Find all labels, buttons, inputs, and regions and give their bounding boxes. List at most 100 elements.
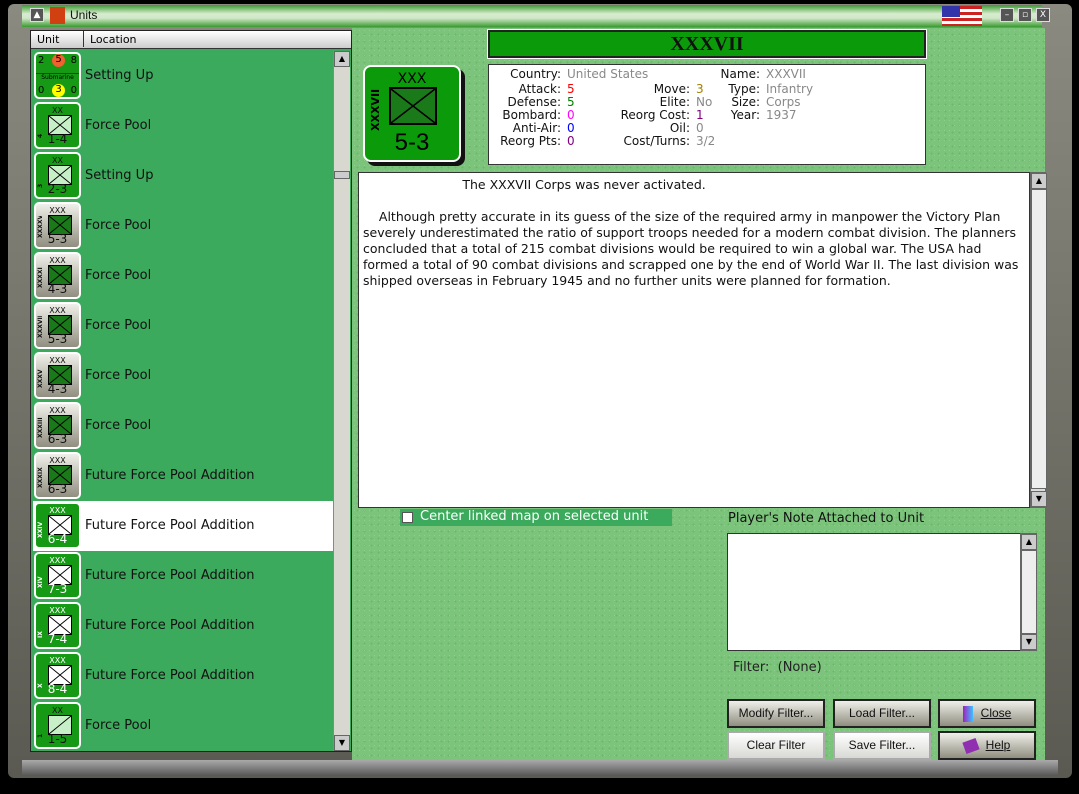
scroll-down-arrow[interactable]: ▼ — [1021, 634, 1037, 650]
unit-location: Force Pool — [85, 368, 152, 383]
close-button[interactable]: Close — [938, 699, 1036, 728]
unit-location: Force Pool — [85, 718, 152, 733]
column-unit[interactable]: Unit — [37, 33, 59, 46]
counter-strength: 6-4 — [47, 532, 68, 546]
counter-type: Submarine — [36, 73, 79, 81]
list-item[interactable]: XXX XXXIX 6-3 Future Force Pool Addition — [33, 451, 333, 501]
field-value: 3 — [696, 82, 704, 96]
detail-panel: XXXVII XXX XXXVII 5-3 Country: United Sta… — [352, 28, 1047, 760]
counter-strength: 7-3 — [47, 582, 68, 596]
unit-counter: XXX XXXXI 4-3 — [34, 252, 81, 299]
unit-location: Force Pool — [85, 118, 152, 133]
list-item[interactable]: XX 3 2-3 Setting Up — [33, 151, 333, 201]
window-title: Units — [70, 8, 98, 22]
modify-filter-button[interactable]: Modify Filter... — [727, 699, 825, 728]
field-value: XXXVII — [766, 67, 806, 81]
submarine-counter: 2 5 8 Submarine 0 3 0 — [34, 52, 81, 99]
counter-size: XX — [52, 156, 63, 165]
field-label: Year: — [730, 108, 760, 122]
unit-counter: XX 4 1-4 — [34, 102, 81, 149]
counter-size: XX — [52, 706, 63, 715]
filter-label: Filter: — [733, 660, 770, 675]
list-item[interactable]: XXX X 8-4 Future Force Pool Addition — [33, 651, 333, 701]
list-item[interactable]: XXX XXXXV 5-3 Force Pool — [33, 201, 333, 251]
scroll-up-arrow[interactable]: ▲ — [1021, 534, 1037, 550]
counter-size: XXX — [49, 506, 66, 515]
menu-button[interactable]: ▲ — [30, 8, 44, 22]
counter-size: XXX — [49, 356, 66, 365]
counter-strength: 2-3 — [47, 182, 68, 196]
counter-size: XXX — [49, 556, 66, 565]
scroll-thumb[interactable] — [334, 171, 350, 179]
field-value: 0 — [696, 121, 704, 135]
scroll-down-arrow[interactable]: ▼ — [334, 735, 350, 751]
field-value: 0 — [567, 108, 575, 122]
list-item[interactable]: XXX XXIV 6-4 Future Force Pool Addition — [33, 501, 333, 551]
field-label: Name: — [720, 67, 760, 81]
counter-size: XX — [52, 106, 63, 115]
unit-size: XXX — [397, 71, 427, 87]
counter-strength: 7-4 — [47, 632, 68, 646]
field-value: 3/2 — [696, 134, 716, 148]
unit-location: Setting Up — [85, 68, 154, 83]
unit-location: Future Force Pool Addition — [85, 468, 255, 483]
list-item[interactable]: XX 1 1-5 Force Pool — [33, 701, 333, 751]
scroll-up-arrow[interactable]: ▲ — [334, 51, 350, 67]
counter-value: 2 — [38, 55, 45, 66]
counter-value: 5 — [52, 54, 65, 67]
close-window-button[interactable]: X — [1036, 8, 1050, 22]
list-item[interactable]: XXX XXXV 4-3 Force Pool — [33, 351, 333, 401]
field-label: Cost/Turns: — [623, 134, 690, 148]
counter-value: 3 — [52, 84, 65, 97]
player-note-textarea[interactable] — [727, 533, 1021, 651]
counter-strength: 1-4 — [47, 132, 68, 146]
list-item[interactable]: XXX IX 7-4 Future Force Pool Addition — [33, 601, 333, 651]
help-book-icon — [962, 737, 980, 754]
field-label: Reorg Pts: — [500, 134, 561, 148]
unit-counter: XXX XXXIII 6-3 — [34, 402, 81, 449]
field-value: United States — [567, 67, 649, 81]
center-map-checkbox[interactable] — [402, 512, 413, 523]
unit-list: Unit Location 2 5 8 Submarine 0 3 0 Setti… — [30, 30, 352, 752]
field-value: Infantry — [766, 82, 814, 96]
unit-counter: XXX XXXVII 5-3 — [34, 302, 81, 349]
save-filter-button[interactable]: Save Filter... — [833, 731, 931, 760]
field-label: Attack: — [518, 82, 561, 96]
list-item[interactable]: XXX XIV 7-3 Future Force Pool Addition — [33, 551, 333, 601]
unit-counter: XXX XIV 7-3 — [34, 552, 81, 599]
load-filter-button[interactable]: Load Filter... — [833, 699, 931, 728]
counter-strength: 4-3 — [47, 282, 68, 296]
counter-size: XXX — [49, 606, 66, 615]
help-button[interactable]: Help — [938, 731, 1036, 760]
list-item[interactable]: XXX XXXVII 5-3 Force Pool — [33, 301, 333, 351]
scroll-thumb[interactable] — [1031, 189, 1047, 489]
list-scrollbar[interactable]: ▲ ▼ — [333, 51, 350, 751]
counter-size: XXX — [49, 456, 66, 465]
list-item[interactable]: XXX XXXIII 6-3 Force Pool — [33, 401, 333, 451]
list-item[interactable]: XXX XXXXI 4-3 Force Pool — [33, 251, 333, 301]
field-label: Elite: — [659, 95, 690, 109]
field-label: Move: — [653, 82, 690, 96]
field-value: 0 — [567, 121, 575, 135]
clear-filter-button[interactable]: Clear Filter — [727, 731, 825, 760]
field-value: 5 — [567, 82, 575, 96]
counter-strength: 8-4 — [47, 682, 68, 696]
unit-counter: XX 1 1-5 — [34, 702, 81, 749]
maximize-button[interactable]: ▫ — [1018, 8, 1032, 22]
column-location[interactable]: Location — [83, 31, 137, 47]
unit-info-box: Country: United States Attack: 5 Defense: 5 Bo… — [488, 64, 926, 165]
scroll-up-arrow[interactable]: ▲ — [1031, 173, 1047, 189]
scroll-thumb[interactable] — [1021, 550, 1037, 634]
field-label: Country: — [510, 67, 561, 81]
field-value: 5 — [567, 95, 575, 109]
list-item[interactable]: XX 4 1-4 Force Pool — [33, 101, 333, 151]
scroll-down-arrow[interactable]: ▼ — [1031, 491, 1047, 507]
filter-status: Filter: (None) — [733, 660, 822, 675]
note-scrollbar[interactable]: ▲ ▼ — [1020, 533, 1037, 651]
minimize-button[interactable]: – — [1000, 8, 1014, 22]
list-item[interactable]: 2 5 8 Submarine 0 3 0 Setting Up — [33, 51, 333, 101]
description-scrollbar[interactable]: ▲ ▼ — [1030, 172, 1047, 508]
unit-name-vertical: XXXVII — [369, 88, 382, 131]
field-value: No — [696, 95, 713, 109]
center-map-checkbox-row[interactable]: Center linked map on selected unit — [400, 509, 672, 526]
